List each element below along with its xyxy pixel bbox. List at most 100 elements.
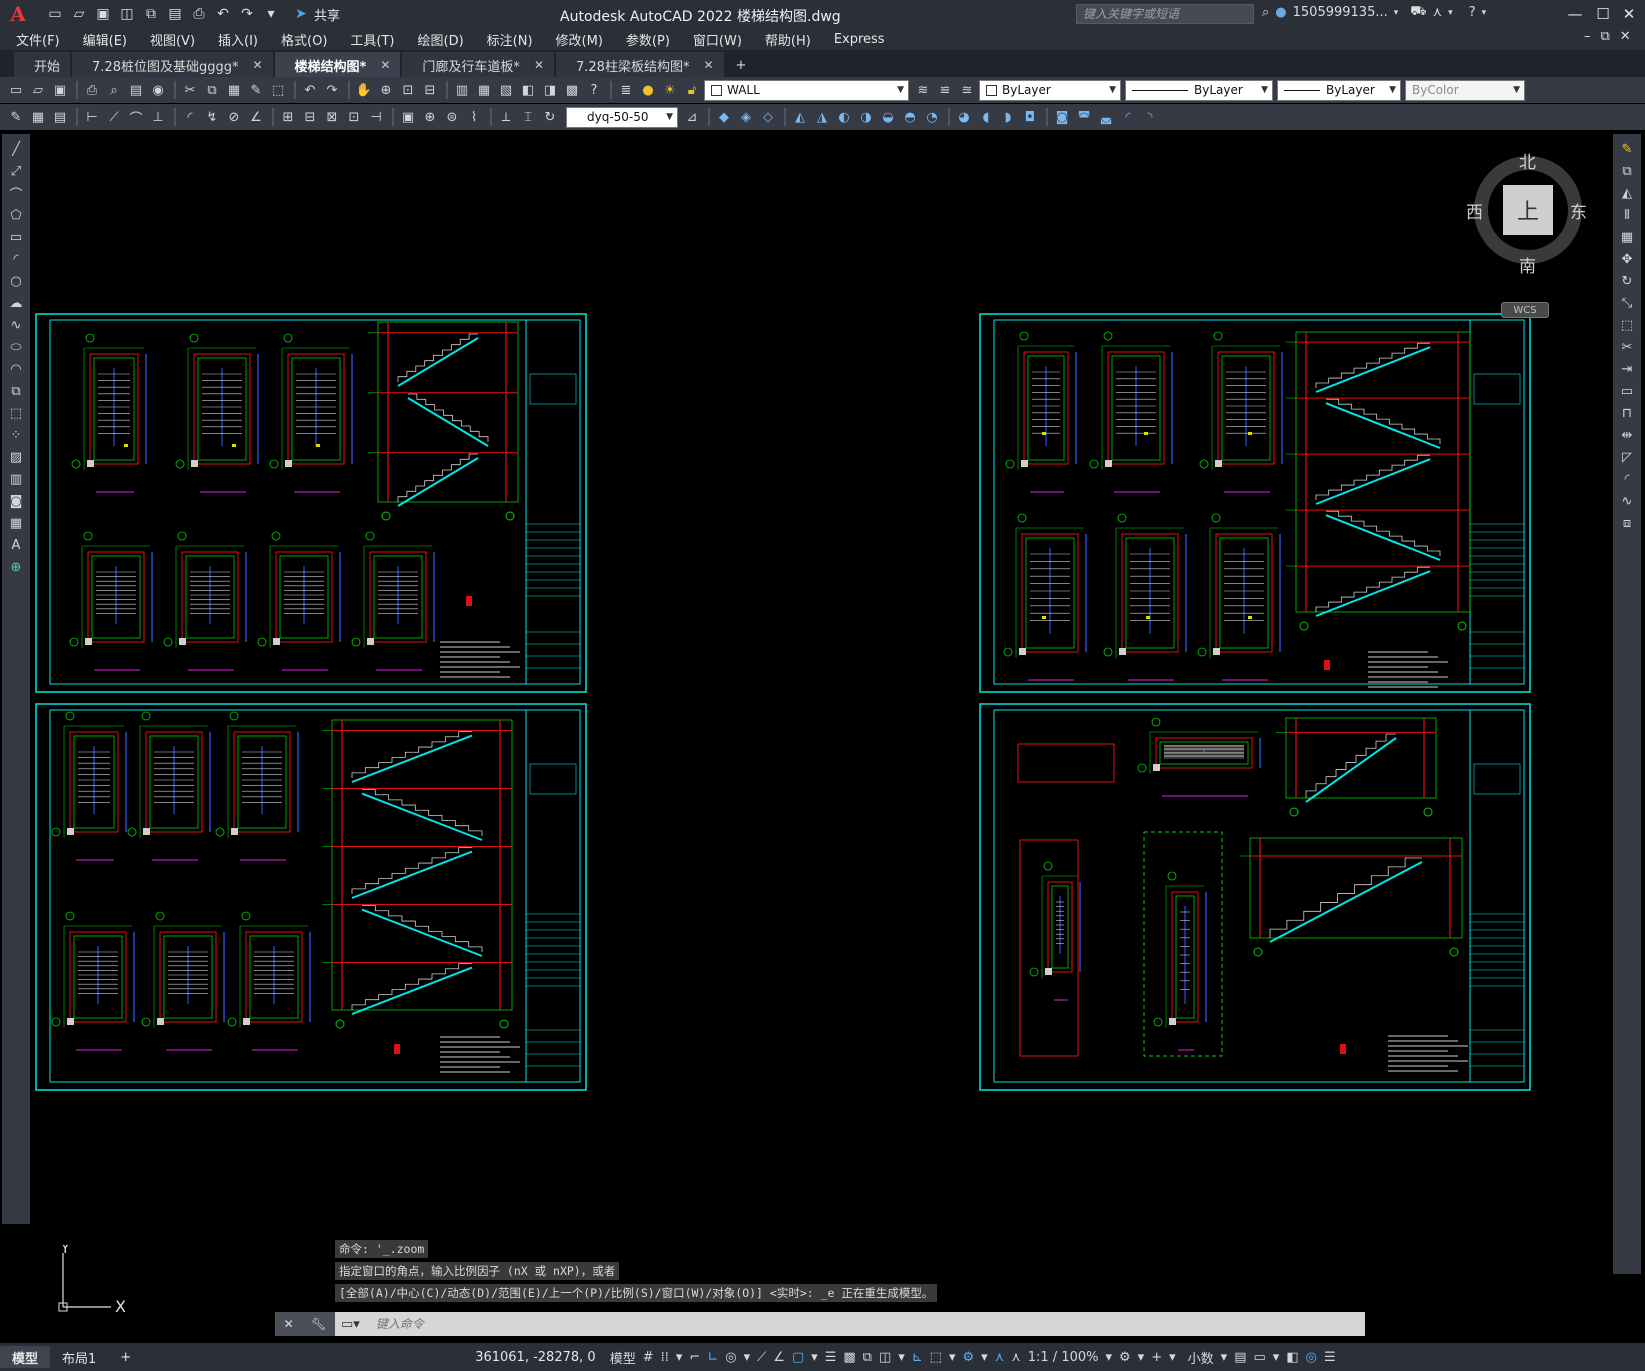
close-tab-icon[interactable]: ✕ — [252, 58, 262, 72]
offset-icon[interactable]: ◔ — [922, 107, 942, 127]
join-icon[interactable]: ◘ — [1020, 107, 1040, 127]
baseline-dim-icon[interactable]: ⊟ — [300, 107, 320, 127]
dim-space-icon[interactable]: ⊡ — [344, 107, 364, 127]
design-center-icon[interactable]: ▦ — [474, 80, 494, 100]
save-icon[interactable]: ▣ — [50, 80, 70, 100]
chevron-down-icon[interactable]: ▾ — [1273, 1350, 1280, 1365]
layer-thaw-icon[interactable]: ☀ — [660, 80, 680, 100]
plot-preview-icon[interactable]: ⌕ — [104, 80, 124, 100]
rotate-icon[interactable]: ↻ — [1617, 272, 1637, 290]
polyline-icon[interactable]: ⌒ — [6, 184, 26, 203]
help-icon[interactable]: ? — [1469, 5, 1476, 20]
redo-icon[interactable]: ↷ — [322, 80, 342, 100]
menu-item[interactable]: 插入(I) — [218, 30, 258, 49]
array-icon[interactable]: ▦ — [1617, 228, 1637, 246]
menu-item[interactable]: 绘图(D) — [418, 30, 464, 49]
chevron-down-icon[interactable]: ▾ — [1169, 1350, 1176, 1365]
viewcube-top-face[interactable]: 上 — [1503, 185, 1553, 235]
dim-text-edit-icon[interactable]: ⌶ — [518, 107, 538, 127]
pan-icon[interactable]: ✋ — [354, 80, 374, 100]
isolate-objects-icon[interactable]: ◧ — [1286, 1350, 1298, 1365]
erase-icon[interactable]: ✎ — [1617, 140, 1637, 158]
customize-qat-icon[interactable]: ▾ — [262, 5, 280, 23]
save-icon[interactable]: ▣ — [94, 5, 112, 23]
chevron-down-icon[interactable]: ▾ — [1138, 1350, 1145, 1365]
align-icon[interactable]: ◜ — [1118, 107, 1138, 127]
undo-icon[interactable]: ↶ — [214, 5, 232, 23]
scale-icon[interactable]: ⤡ — [1617, 294, 1637, 312]
customization-icon[interactable]: ☰ — [1324, 1350, 1336, 1365]
chevron-down-icon[interactable]: ▾ — [1482, 8, 1487, 18]
menu-item[interactable]: Express — [834, 32, 885, 47]
trim-icon[interactable]: ◑ — [856, 107, 876, 127]
dim-break-icon[interactable]: ⊣ — [366, 107, 386, 127]
file-tab[interactable]: 7.28桩位图及基础gggg* ✕ — [72, 52, 273, 78]
zoom-window-icon[interactable]: ⊡ — [398, 80, 418, 100]
snap-icon[interactable]: ⁞⁞ — [661, 1350, 669, 1365]
calculator-icon[interactable]: ▩ — [562, 80, 582, 100]
construction-line-icon[interactable]: ⤢ — [6, 162, 26, 180]
color-select[interactable]: ByLayer ▼ — [979, 79, 1121, 101]
file-tab[interactable]: 7.28柱梁板结构图* ✕ — [556, 52, 724, 78]
plotstyle-select[interactable]: ByColor ▼ — [1405, 79, 1525, 101]
cut-icon[interactable]: ✂ — [180, 80, 200, 100]
infer-constraints-icon[interactable]: ⌐ — [689, 1350, 700, 1365]
jogged-linear-icon[interactable]: ⌇ — [464, 107, 484, 127]
line-icon[interactable]: ╱ — [6, 140, 26, 158]
units-value[interactable]: 小数 — [1188, 1348, 1214, 1367]
radius-dim-icon[interactable]: ◜ — [180, 107, 200, 127]
chevron-down-icon[interactable]: ▾ — [676, 1350, 683, 1365]
add-selected-icon[interactable]: ⊕ — [6, 558, 26, 576]
workspace-icon[interactable]: ⚙︎ — [1119, 1350, 1131, 1365]
3d-osnap-icon[interactable]: ◫ — [879, 1350, 891, 1365]
menu-item[interactable]: 文件(F) — [16, 30, 60, 49]
blend-curves-icon[interactable]: ∿ — [1617, 492, 1637, 510]
menu-item[interactable]: 参数(P) — [626, 30, 670, 49]
rectangle-icon[interactable]: ▭ — [6, 228, 26, 246]
quick-dim-icon[interactable]: ⊞ — [278, 107, 298, 127]
close-tab-icon[interactable]: ✕ — [380, 58, 390, 72]
menu-item[interactable]: 格式(O) — [281, 30, 327, 49]
properties-icon[interactable]: ▥ — [452, 80, 472, 100]
copy-icon[interactable]: ⧉ — [202, 80, 222, 100]
point-icon[interactable]: ⁘ — [6, 426, 26, 444]
close-tab-icon[interactable]: ✕ — [703, 58, 713, 72]
array-icon[interactable]: ◓ — [900, 107, 920, 127]
annotation-scale-icon[interactable]: ⋏ — [1011, 1350, 1021, 1365]
chevron-down-icon[interactable]: ▾ — [744, 1350, 751, 1365]
menu-item[interactable]: 标注(N) — [487, 30, 533, 49]
arc-length-icon[interactable]: ⌒ — [126, 107, 146, 127]
ellipse-icon[interactable]: ⬭ — [6, 338, 26, 356]
chevron-down-icon[interactable]: ▾ — [1448, 8, 1453, 18]
isodraft-icon[interactable]: ⟋ — [757, 1350, 766, 1365]
menu-item[interactable]: 编辑(E) — [83, 30, 127, 49]
autodesk-app-icon[interactable]: ⋏ — [1433, 5, 1443, 20]
chevron-down-icon[interactable]: ▾ — [811, 1350, 818, 1365]
polar-tracking-icon[interactable]: ◎ — [725, 1350, 736, 1365]
customize-icon[interactable]: 🔧︎ — [311, 1317, 326, 1331]
add-layout-icon[interactable]: + — [108, 1346, 143, 1368]
object-snap-tracking-icon[interactable]: ∠ — [773, 1350, 785, 1365]
layer-select[interactable]: WALL ▼ — [704, 79, 909, 101]
menu-item[interactable]: 窗口(W) — [693, 30, 742, 49]
compass-north[interactable]: 北 — [1519, 148, 1536, 173]
menu-item[interactable]: 修改(M) — [556, 30, 603, 49]
command-input[interactable] — [365, 1313, 1365, 1335]
user-name[interactable]: 1505999135... — [1293, 5, 1388, 20]
clean-screen-icon[interactable]: ◎ — [1306, 1350, 1317, 1365]
file-tab[interactable]: 开始 — [14, 52, 71, 78]
region-icon[interactable]: ◙ — [6, 492, 26, 510]
selection-cycling-icon[interactable]: ⧉ — [863, 1350, 872, 1365]
linetype-select[interactable]: ByLayer ▼ — [1125, 79, 1273, 101]
ellipse-arc-icon[interactable]: ◠ — [6, 360, 26, 378]
menu-item[interactable]: 工具(T) — [350, 30, 394, 49]
doc-minimize-icon[interactable]: – — [1584, 29, 1591, 44]
tab-model[interactable]: 模型 — [0, 1346, 51, 1368]
menu-item[interactable]: 视图(V) — [150, 30, 195, 49]
copy-object-icon[interactable]: ◈ — [736, 107, 756, 127]
open-icon[interactable]: ▱ — [70, 5, 88, 23]
move-icon[interactable]: ✥ — [1617, 250, 1637, 268]
extend-icon[interactable]: ◒ — [878, 107, 898, 127]
annotation-visibility-icon[interactable]: ⚙︎ — [963, 1350, 975, 1365]
undo-icon[interactable]: ↶ — [300, 80, 320, 100]
